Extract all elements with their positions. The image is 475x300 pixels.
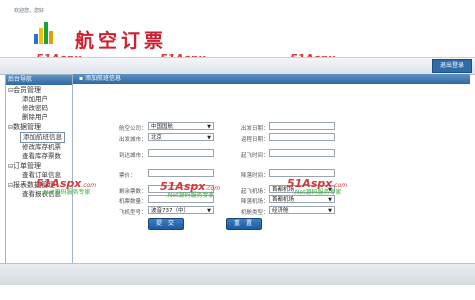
sidebar-item-delete-user[interactable]: 删除用户 (22, 113, 72, 122)
reset-button[interactable]: 重 置 (226, 218, 262, 230)
watermark: 51Aspx.com .Net源码服务专家 (160, 180, 221, 199)
footer (0, 263, 475, 286)
sidebar-item-add-flight[interactable]: 添加航班信息 (20, 132, 65, 143)
plane-count-label: 机票数量： (119, 199, 147, 205)
return-date-input[interactable] (269, 133, 335, 141)
landing-time-label: 降落时间： (241, 173, 269, 179)
top-bar (0, 57, 475, 75)
arrive-city-input[interactable] (148, 149, 214, 157)
depart-date-label: 出发日期： (241, 126, 269, 132)
sidebar-item-view-stock[interactable]: 查看库存票数 (22, 152, 72, 161)
ticket-price-label: 票价： (119, 173, 136, 179)
sidebar: 后台导航 ⊟会员管理 添加用户 修改密码 删除用户 ⊟数据管理 添加航班信息 修… (5, 74, 73, 264)
watermark: 51Aspx.com .Net源码服务专家 (287, 177, 348, 196)
cabin-select[interactable]: 经济舱 ▼ (269, 206, 335, 214)
plane-model-label: 飞机型号： (119, 210, 147, 216)
logout-button[interactable]: 退出登录 (432, 59, 472, 73)
airline-label: 航空公司： (119, 126, 147, 132)
main-panel: ▪ 添加航班信息 航空公司： 中国国航 ▼ 出发城市： 北京 ▼ 到达城市： 票价：… (36, 74, 470, 262)
submit-button[interactable]: 提 交 (148, 218, 184, 230)
sidebar-group-members[interactable]: ⊟会员管理 (8, 86, 72, 95)
depart-date-input[interactable] (269, 122, 335, 130)
takeoff-time-input[interactable] (269, 149, 335, 157)
sidebar-group-orders[interactable]: ⊟订单管理 (8, 162, 72, 171)
watermark: 51Aspx.com .Net源码服务专家 (36, 177, 97, 196)
cabin-label: 机舱类型： (241, 210, 269, 216)
landing-airport-label: 降落机场： (241, 199, 269, 205)
return-date-label: 返程日期： (241, 137, 269, 143)
sidebar-item-edit-tickets[interactable]: 修改库存机票 (22, 143, 72, 152)
landing-time-input[interactable] (269, 169, 335, 177)
sidebar-item-change-password[interactable]: 修改密码 (22, 104, 72, 113)
page-title: ▪ 添加航班信息 (73, 74, 470, 84)
sidebar-item-add-user[interactable]: 添加用户 (22, 95, 72, 104)
plane-model-select[interactable]: 波音737（中） ▼ (148, 206, 214, 214)
welcome-text: 欢迎您，您好 (14, 8, 45, 14)
sidebar-group-data[interactable]: ⊟数据管理 (8, 123, 72, 132)
airline-select[interactable]: 中国国航 ▼ (148, 122, 214, 130)
depart-city-select[interactable]: 北京 ▼ (148, 133, 214, 141)
depart-city-label: 出发城市： (119, 137, 147, 143)
takeoff-time-label: 起飞时间： (241, 153, 269, 159)
takeoff-airport-label: 起飞机场： (241, 189, 269, 195)
arrive-city-label: 到达城市： (119, 153, 147, 159)
header: 航空订票 51Aspx.com .Net源码服务专家 51Aspx.com .N… (0, 0, 475, 71)
footer-spacer (0, 285, 475, 300)
ticket-price-input[interactable] (148, 169, 214, 177)
sidebar-title: 后台导航 (6, 75, 72, 85)
landing-airport-select[interactable]: 首都机场 ▼ (269, 195, 335, 203)
remaining-label: 剩余票数： (119, 189, 147, 195)
logo-icon (34, 20, 56, 44)
site-title: 航空订票 (75, 30, 168, 52)
